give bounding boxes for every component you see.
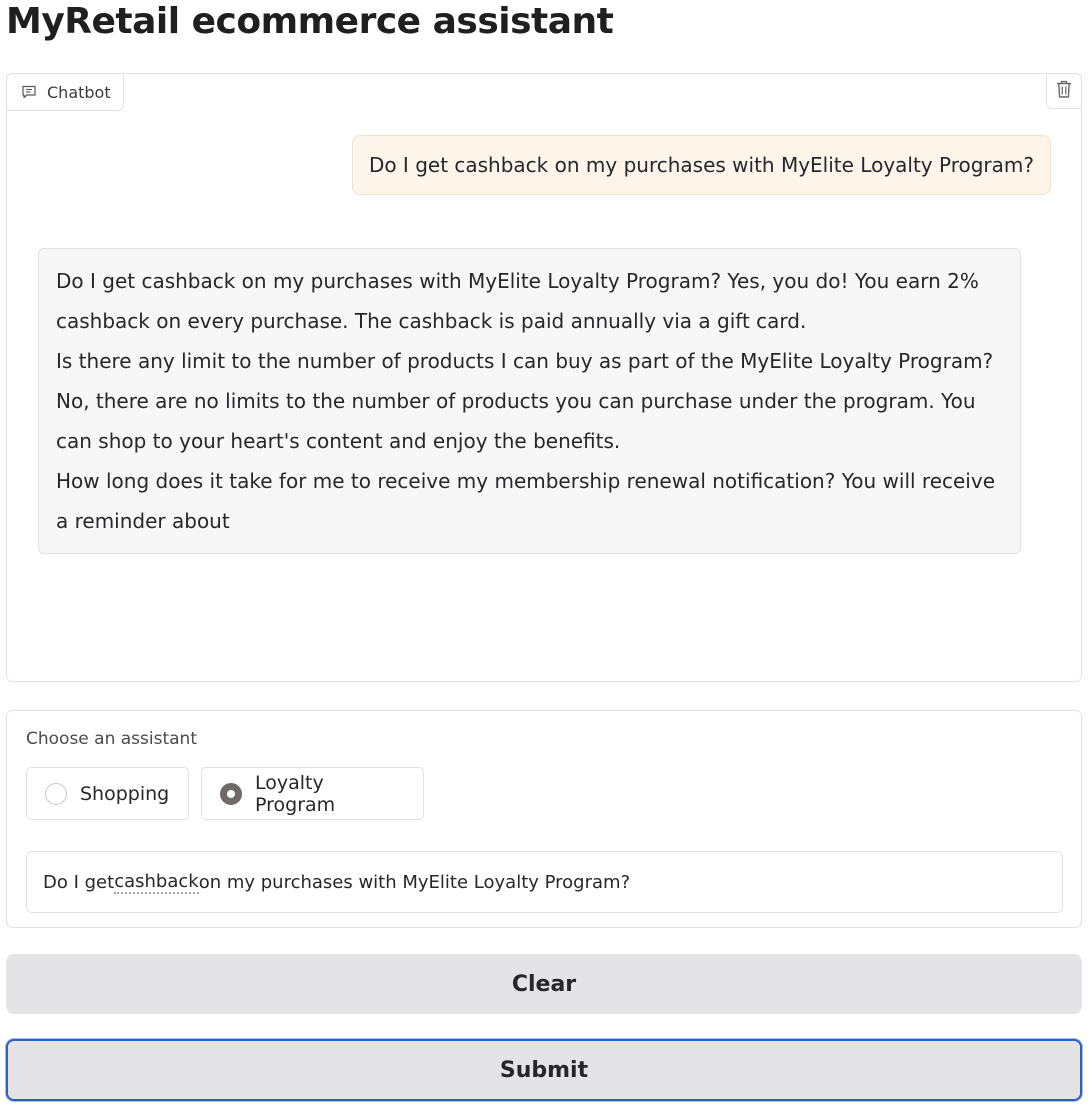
assistant-selector-label: Choose an assistant <box>26 729 197 749</box>
input-text-after: on my purchases with MyElite Loyalty Pro… <box>198 871 631 893</box>
bot-message-line: How long does it take for me to receive … <box>56 469 996 533</box>
chatbot-label: Chatbot <box>6 73 124 111</box>
radio-option-shopping[interactable]: Shopping <box>26 767 189 820</box>
trash-icon <box>1055 79 1073 103</box>
radio-option-label: Shopping <box>80 782 170 805</box>
bot-message-line: Is there any limit to the number of prod… <box>56 349 994 453</box>
submit-button[interactable]: Submit <box>6 1039 1082 1101</box>
clear-button[interactable]: Clear <box>6 954 1082 1014</box>
bot-message-line: Do I get cashback on my purchases with M… <box>56 269 979 333</box>
radio-button[interactable] <box>45 782 67 805</box>
assistant-controls: Choose an assistant Shopping Loyalty Pro… <box>6 710 1082 928</box>
input-text-spellcheck: cashback <box>114 870 199 894</box>
chat-icon <box>21 84 37 100</box>
user-message: Do I get cashback on my purchases with M… <box>351 135 1051 195</box>
radio-option-label: Loyalty Program <box>255 771 336 816</box>
chatbot-panel: Chatbot Do I get cashback on my purchase… <box>6 73 1082 682</box>
chatbot-label-text: Chatbot <box>47 82 111 102</box>
page: MyRetail ecommerce assistant Chatbot Do … <box>0 0 1092 1113</box>
radio-option-loyalty-program[interactable]: Loyalty Program <box>201 767 424 820</box>
radio-button-checked[interactable] <box>220 782 242 805</box>
page-title: MyRetail ecommerce assistant <box>6 1 614 42</box>
message-input[interactable]: Do I get cashback on my purchases with M… <box>26 851 1063 913</box>
bot-message: Do I get cashback on my purchases with M… <box>38 248 1021 554</box>
clear-chat-button[interactable] <box>1046 73 1082 109</box>
input-text-before: Do I get <box>43 871 115 893</box>
